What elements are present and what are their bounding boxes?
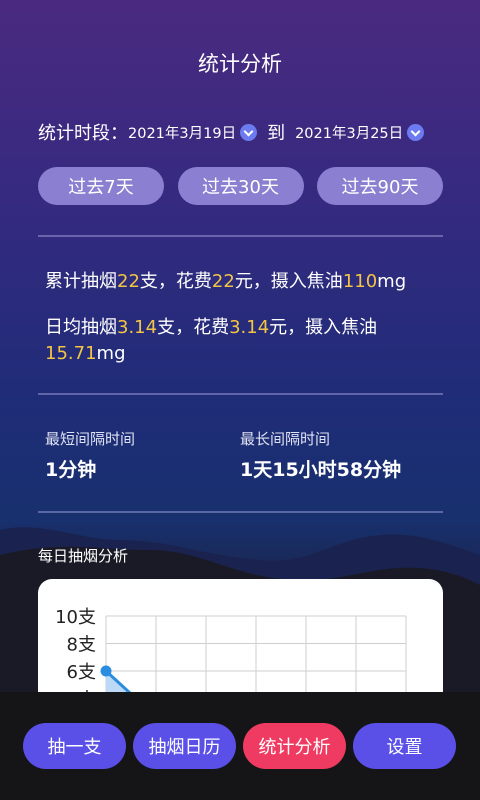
range-90-days-button[interactable]: 过去90天 <box>317 167 443 205</box>
daily-chart-svg: 10支8支6支4支 <box>55 607 407 692</box>
y-tick-label: 8支 <box>67 635 96 656</box>
divider <box>38 393 443 395</box>
y-tick-label: 6支 <box>67 662 96 683</box>
avg-tar: 15.71 <box>45 343 97 364</box>
page-title: 统计分析 <box>198 52 282 76</box>
total-text-1: 支，花费 <box>139 271 212 292</box>
divider <box>38 235 443 237</box>
shortest-interval-label: 最短间隔时间 <box>45 430 136 448</box>
chart-section-title: 每日抽烟分析 <box>38 547 129 565</box>
period-selector: 统计时段： 2021年3月19日 到 2021年3月25日 <box>38 119 425 145</box>
shortest-interval-value: 1分钟 <box>45 459 97 481</box>
nav-calendar-button[interactable]: 抽烟日历 <box>133 723 236 769</box>
range-30-days-button[interactable]: 过去30天 <box>177 167 304 205</box>
end-date-dropdown-icon[interactable] <box>407 123 425 141</box>
total-count: 22 <box>117 271 140 292</box>
total-tar: 110 <box>342 271 378 292</box>
avg-text-1: 支，花费 <box>157 317 230 338</box>
total-summary: 累计抽烟22支，花费22元，摄入焦油110mg <box>45 269 425 295</box>
divider <box>38 511 443 513</box>
daily-chart: 10支8支6支4支 <box>38 579 443 692</box>
avg-unit: mg <box>96 343 126 364</box>
range-7-days-button[interactable]: 过去7天 <box>38 167 164 205</box>
data-point <box>100 665 112 677</box>
avg-count: 3.14 <box>117 317 158 338</box>
total-text-2: 元，摄入焦油 <box>234 271 343 292</box>
avg-text-2: 元，摄入焦油 <box>269 317 378 338</box>
avg-prefix: 日均抽烟 <box>45 317 117 338</box>
longest-interval-value: 1天15小时58分钟 <box>240 459 402 481</box>
end-date[interactable]: 2021年3月25日 <box>295 122 403 143</box>
period-to-label: 到 <box>267 123 286 144</box>
period-label: 统计时段： <box>38 123 128 144</box>
nav-statistics-button[interactable]: 统计分析 <box>243 723 346 769</box>
average-summary: 日均抽烟3.14支，花费3.14元，摄入焦油15.71mg <box>45 315 425 367</box>
start-date[interactable]: 2021年3月19日 <box>128 122 236 143</box>
avg-cost: 3.14 <box>229 317 270 338</box>
y-tick-label: 10支 <box>55 607 96 628</box>
nav-settings-button[interactable]: 设置 <box>353 723 456 769</box>
range-buttons: 过去7天 过去30天 过去90天 <box>38 167 443 205</box>
total-unit: mg <box>377 271 407 292</box>
total-prefix: 累计抽烟 <box>45 271 117 292</box>
start-date-dropdown-icon[interactable] <box>240 123 258 141</box>
nav-smoke-one-button[interactable]: 抽一支 <box>23 723 126 769</box>
total-cost: 22 <box>211 271 235 292</box>
longest-interval-label: 最长间隔时间 <box>240 430 331 448</box>
